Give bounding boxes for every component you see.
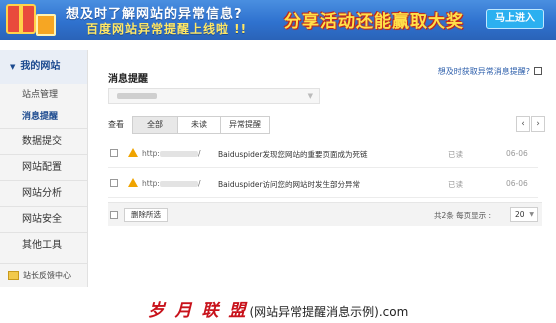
message-status: 已读	[448, 180, 463, 189]
per-page-value: 20	[515, 210, 525, 219]
row-checkbox[interactable]	[110, 179, 118, 187]
sidebar-item-site-management[interactable]: 站点管理	[0, 84, 87, 106]
sidebar-section-my-sites[interactable]: ▼ 我的网站	[0, 50, 87, 84]
triangle-down-icon: ▼	[10, 63, 16, 71]
warning-icon	[128, 148, 138, 157]
main-panel: 消息提醒 想及时获取异常消息提醒? ▼ 查看 全部 未读 异常提醒 ‹ › ht…	[98, 56, 548, 286]
site-select[interactable]: ▼	[108, 88, 320, 104]
sidebar-item-message-alerts[interactable]: 消息提醒	[0, 106, 87, 128]
message-text[interactable]: Baiduspider访问您的网站时发生部分异常	[218, 179, 360, 190]
page-title: 消息提醒	[108, 74, 148, 85]
feedback-icon	[8, 271, 19, 280]
message-url: http: /	[142, 179, 201, 188]
sidebar-item-site-security[interactable]: 网站安全	[0, 206, 87, 232]
tab-all[interactable]: 全部	[132, 116, 178, 134]
site-name-redacted	[117, 92, 157, 99]
message-url: http: /	[142, 149, 201, 158]
help-link[interactable]: 想及时获取异常消息提醒?	[438, 66, 542, 77]
total-count: 共2条 每页显示 :	[434, 211, 492, 220]
sidebar-item-site-analysis[interactable]: 网站分析	[0, 180, 87, 206]
message-row[interactable]: http: / Baiduspider发现您网站的重要页面成为死链 已读 06-0…	[108, 138, 538, 168]
watermark-brand: 岁 月 联 盟	[147, 301, 248, 321]
external-link-icon	[534, 67, 542, 75]
message-date: 06-06	[506, 149, 528, 158]
select-all-checkbox[interactable]	[110, 211, 118, 219]
message-row[interactable]: http: / Baiduspider访问您的网站时发生部分异常 已读 06-06	[108, 168, 538, 198]
chevron-down-icon: ▼	[307, 92, 313, 100]
feedback-label: 站长反馈中心	[23, 271, 71, 280]
enter-now-button[interactable]: 马上进入	[486, 9, 544, 29]
tab-anomaly-alerts[interactable]: 异常提醒	[220, 116, 270, 134]
sidebar-item-data-submit[interactable]: 数据提交	[0, 128, 87, 154]
sidebar: ▼ 我的网站 站点管理 消息提醒 数据提交 网站配置 网站分析 网站安全 其他工具…	[0, 50, 88, 287]
sidebar-item-site-config[interactable]: 网站配置	[0, 154, 87, 180]
message-text[interactable]: Baiduspider发现您网站的重要页面成为死链	[218, 149, 368, 160]
sidebar-item-other-tools[interactable]: 其他工具	[0, 232, 87, 258]
row-checkbox[interactable]	[110, 149, 118, 157]
feedback-center-link[interactable]: 站长反馈中心	[0, 263, 88, 287]
tab-unread[interactable]: 未读	[177, 116, 221, 134]
sidebar-section-label: 我的网站	[20, 61, 61, 72]
per-page-select[interactable]: 20 ▼	[510, 207, 538, 222]
watermark-caption: 岁 月 联 盟 (网站异常提醒消息示例).com	[0, 296, 556, 321]
promo-banner[interactable]: 想及时了解网站的异常信息? 百度网站异常提醒上线啦 !! 分享活动还能赢取大奖 …	[0, 0, 556, 40]
chevron-down-icon: ▼	[529, 211, 534, 218]
gift-icon	[6, 4, 36, 34]
warning-icon	[128, 178, 138, 187]
message-date: 06-06	[506, 179, 528, 188]
banner-slogan: 分享活动还能赢取大奖	[284, 12, 464, 32]
watermark-text: (网站异常提醒消息示例).com	[249, 305, 409, 319]
next-page-button[interactable]: ›	[531, 116, 545, 132]
prev-page-button[interactable]: ‹	[516, 116, 530, 132]
gift-box-icon	[36, 14, 56, 36]
message-status: 已读	[448, 150, 463, 159]
filter-label: 查看	[108, 120, 124, 129]
list-footer: 删除所选 共2条 每页显示 : 20 ▼	[108, 202, 542, 226]
banner-subline: 百度网站异常提醒上线啦 !!	[86, 22, 248, 36]
delete-selected-button[interactable]: 删除所选	[124, 208, 168, 222]
app-window: 想及时了解网站的异常信息? 百度网站异常提醒上线啦 !! 分享活动还能赢取大奖 …	[0, 0, 556, 323]
help-link-label: 想及时获取异常消息提醒?	[437, 67, 530, 76]
